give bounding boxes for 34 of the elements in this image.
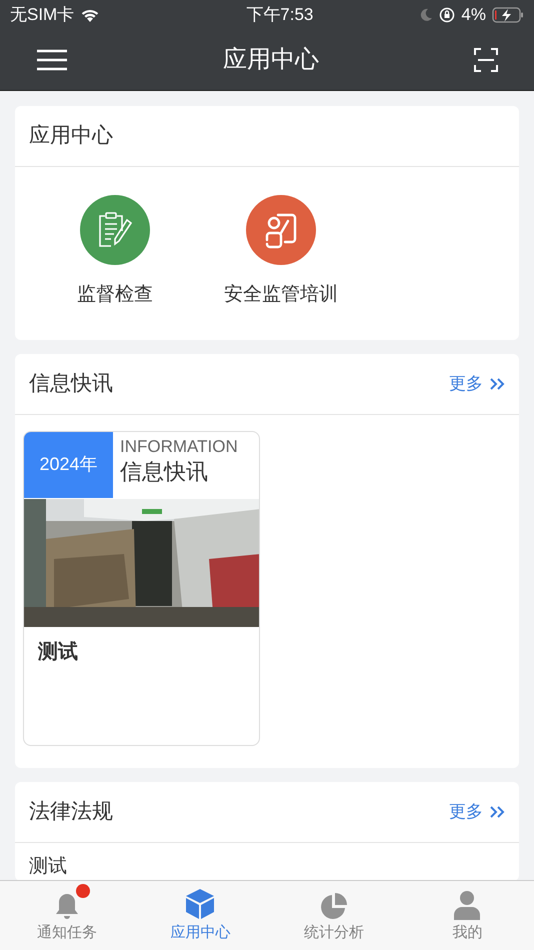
app-label[interactable]: 安全监管培训	[224, 281, 338, 310]
tab-bar-item[interactable]: 通知任务	[0, 881, 134, 950]
cube-icon	[185, 888, 216, 920]
clipboard-pencil-icon	[97, 211, 133, 249]
double-chevron-icon	[489, 376, 505, 390]
section-title: 应用中心	[29, 123, 113, 150]
tab-bar-item[interactable]: 统计分析	[267, 881, 400, 950]
law-item[interactable]: 测试	[29, 852, 505, 880]
pie-chart-icon	[320, 892, 348, 920]
person-icon	[453, 890, 482, 920]
section-title: 信息快讯	[29, 370, 113, 397]
news-item-card[interactable]: 2024年 INFORMATION 信息快讯 测试	[23, 430, 260, 746]
menu-icon[interactable]	[36, 49, 68, 71]
tab-bar-item[interactable]: 我的	[400, 881, 534, 950]
category-label: INFORMATION	[120, 436, 238, 456]
status-time: 下午7:53	[246, 4, 314, 26]
battery-percent: 4%	[461, 4, 486, 26]
app-label[interactable]: 监督检查	[77, 281, 153, 310]
more-link[interactable]: 更多	[449, 370, 505, 396]
news-heading: 信息快讯	[120, 458, 209, 486]
section-title: 法律法规	[29, 798, 113, 825]
news-caption: 测试	[36, 640, 79, 664]
person-board-icon	[264, 211, 298, 249]
year-badge: 2024年	[24, 432, 113, 498]
battery-charging-icon	[492, 7, 524, 23]
moon-icon	[419, 8, 434, 22]
double-chevron-icon	[489, 804, 505, 818]
tab-bar-item[interactable]: 应用中心	[134, 881, 267, 950]
rotation-lock-icon	[439, 7, 456, 23]
page-title: 应用中心	[223, 45, 319, 75]
scan-icon[interactable]	[474, 48, 498, 72]
more-link[interactable]: 更多	[449, 798, 505, 824]
carrier-name: 无SIM卡	[10, 4, 74, 26]
wifi-icon	[80, 8, 100, 22]
